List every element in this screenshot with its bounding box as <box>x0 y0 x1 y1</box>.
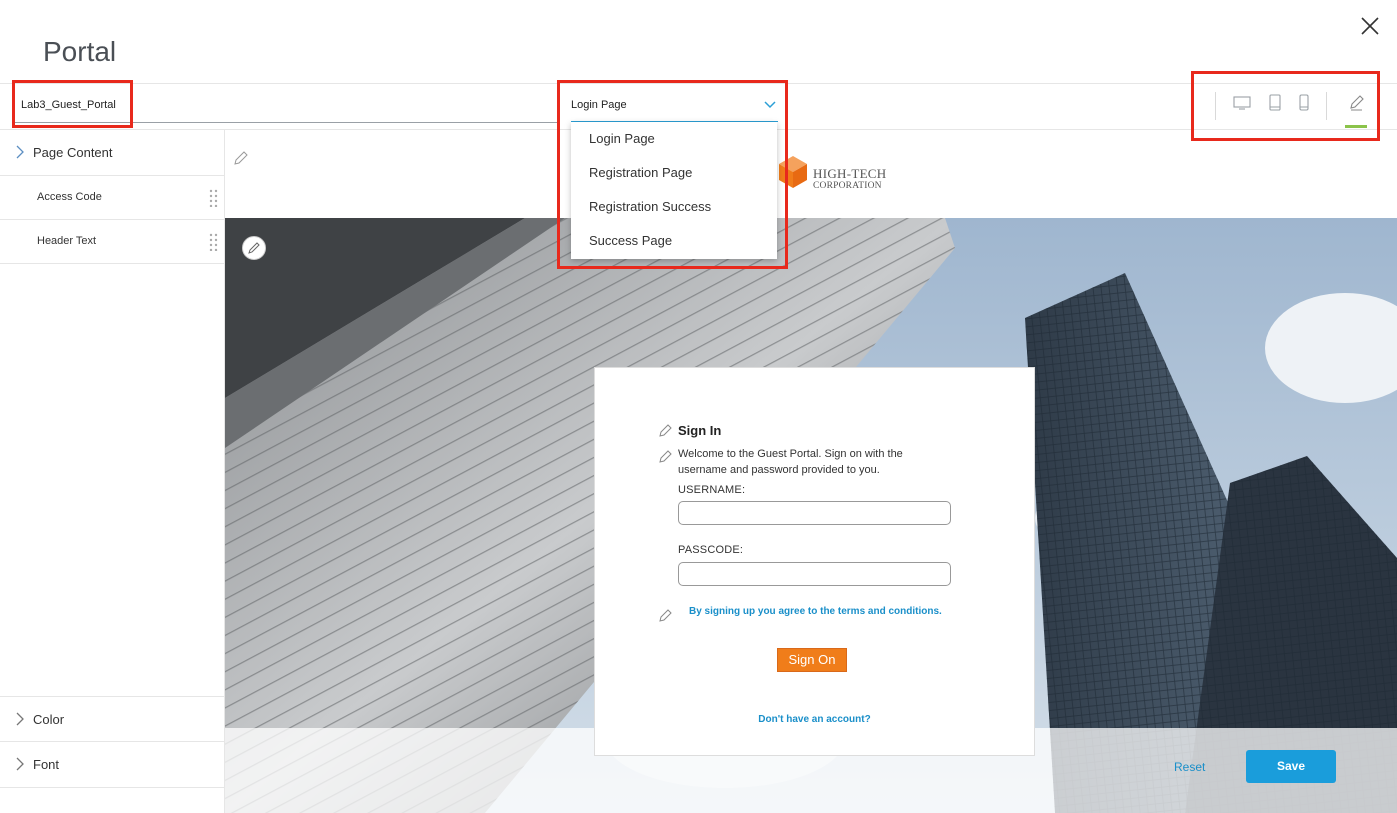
chevron-right-icon <box>16 712 24 726</box>
chevron-down-icon <box>764 101 776 109</box>
menu-item-success-page[interactable]: Success Page <box>571 224 777 258</box>
pencil-icon[interactable] <box>659 449 673 463</box>
drag-handle-icon[interactable] <box>209 233 218 251</box>
portal-name-underline <box>14 122 557 123</box>
divider <box>1215 92 1216 120</box>
passcode-label: PASSCODE: <box>678 544 744 556</box>
chevron-right-icon <box>16 145 24 159</box>
logo-main-text: HIGH-TECH <box>813 166 887 181</box>
pencil-icon[interactable] <box>233 150 249 166</box>
username-input[interactable] <box>678 501 951 525</box>
sidebar: Page Content Access Code Header Text Col… <box>0 130 225 813</box>
sign-in-card: Sign In Welcome to the Guest Portal. Sig… <box>594 367 1035 756</box>
page-title: Portal <box>43 36 117 67</box>
menu-item-login-page[interactable]: Login Page <box>571 122 777 156</box>
drag-handle-icon[interactable] <box>209 189 218 207</box>
menu-item-registration-page[interactable]: Registration Page <box>571 156 777 190</box>
active-indicator <box>1345 125 1367 128</box>
reset-button[interactable]: Reset <box>1174 760 1205 774</box>
sidebar-font[interactable]: Font <box>0 742 224 788</box>
company-logo: HIGH-TECH CORPORATION <box>775 152 895 198</box>
terms-link[interactable]: By signing up you agree to the terms and… <box>689 606 942 617</box>
sidebar-font-label: Font <box>33 757 60 772</box>
close-icon[interactable] <box>1356 12 1384 40</box>
portal-preview: HIGH-TECH CORPORATION Sign In Welcome to… <box>225 130 1397 813</box>
sidebar-color[interactable]: Color <box>0 696 224 742</box>
logo-sub-text: CORPORATION <box>813 181 882 191</box>
edit-background-button[interactable] <box>242 236 266 260</box>
logo-text: HIGH-TECH CORPORATION <box>813 167 886 192</box>
page-select-value: Login Page <box>571 99 627 111</box>
page-select[interactable]: Login Page <box>571 85 778 122</box>
sign-on-button[interactable]: Sign On <box>777 648 847 672</box>
divider <box>1326 92 1327 120</box>
portal-name-field[interactable]: Lab3_Guest_Portal <box>21 99 116 111</box>
mobile-icon[interactable] <box>1299 94 1309 111</box>
pencil-icon[interactable] <box>659 608 673 622</box>
sidebar-item-access-code[interactable]: Access Code <box>0 176 224 220</box>
sidebar-page-content[interactable]: Page Content <box>0 130 224 176</box>
desktop-icon[interactable] <box>1233 96 1251 110</box>
menu-item-registration-success[interactable]: Registration Success <box>571 190 777 224</box>
sidebar-item-label: Access Code <box>37 191 102 203</box>
sidebar-item-label: Header Text <box>37 235 97 247</box>
logo-icon <box>779 156 807 188</box>
page-select-menu: Login Page Registration Page Registratio… <box>571 122 777 259</box>
sidebar-page-content-label: Page Content <box>33 145 113 160</box>
sidebar-color-label: Color <box>33 712 65 727</box>
passcode-input[interactable] <box>678 562 951 586</box>
pencil-icon[interactable] <box>659 423 673 437</box>
username-label: USERNAME: <box>678 484 746 496</box>
tablet-icon[interactable] <box>1269 94 1281 111</box>
sidebar-item-header-text[interactable]: Header Text <box>0 220 224 264</box>
portal-header: HIGH-TECH CORPORATION <box>225 130 1397 218</box>
portal-editor: Portal Lab3_Guest_Portal Login Page Logi… <box>0 0 1397 813</box>
save-button[interactable]: Save <box>1246 750 1336 783</box>
pencil-icon <box>248 242 260 254</box>
no-account-link[interactable]: Don't have an account? <box>595 714 1034 725</box>
chevron-right-icon <box>16 757 24 771</box>
pencil-icon[interactable] <box>1344 91 1368 115</box>
sign-in-title: Sign In <box>678 423 722 438</box>
welcome-text: Welcome to the Guest Portal. Sign on wit… <box>678 448 903 476</box>
